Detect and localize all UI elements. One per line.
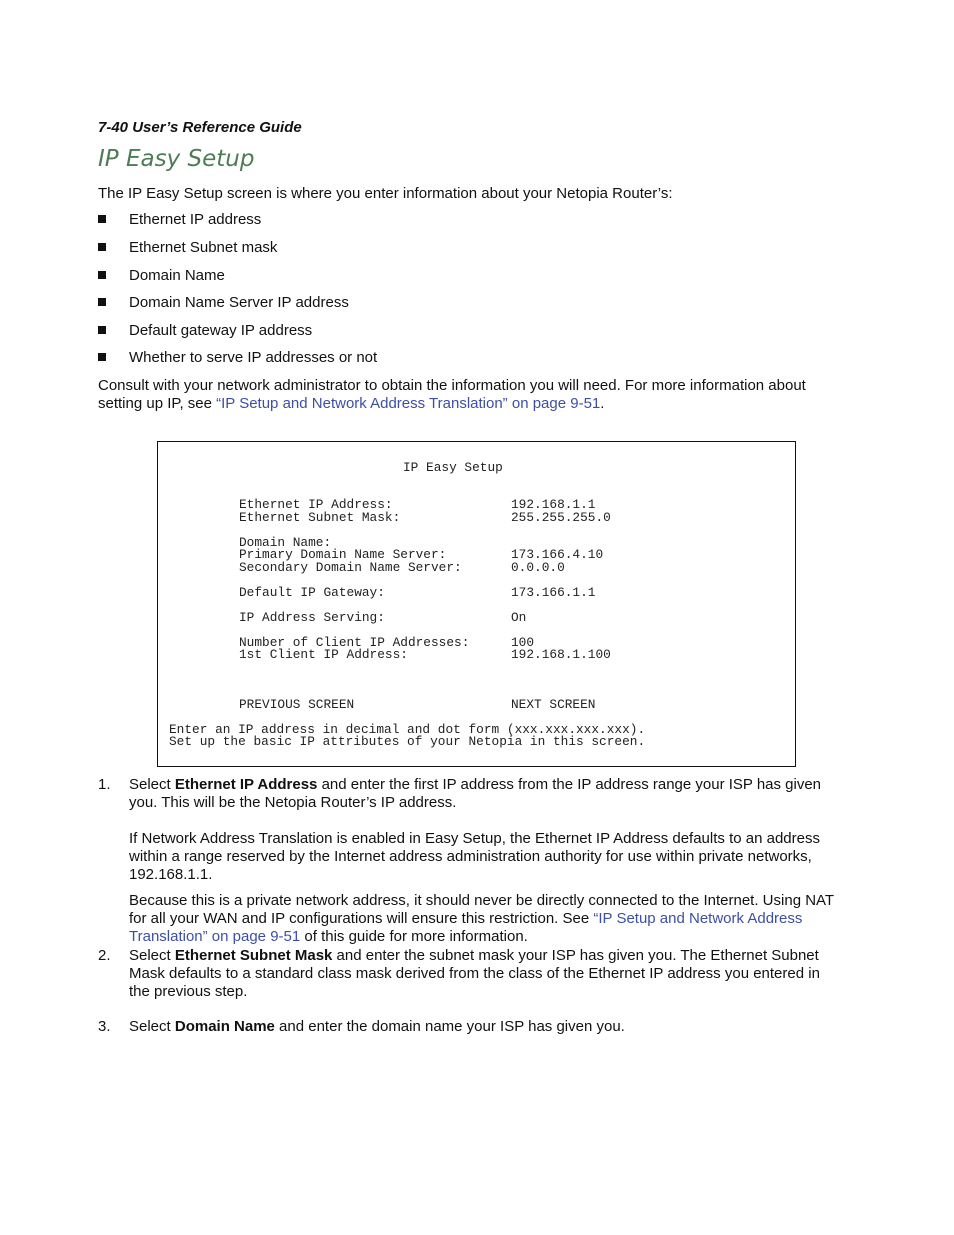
bullet-icon [98, 326, 106, 334]
bullet-icon [98, 243, 106, 251]
field-label: Default IP Gateway: [239, 585, 385, 600]
step-number: 1. [98, 776, 111, 793]
ip-setup-link-2[interactable]: “IP Setup and Network Address [593, 910, 802, 927]
consult-paragraph: Consult with your network administrator … [98, 377, 806, 412]
bullet-icon [98, 271, 106, 279]
field-value[interactable]: 173.166.1.1 [511, 586, 601, 600]
bullet-icon [98, 353, 106, 361]
running-header: 7-40 User’s Reference Guide [98, 119, 302, 136]
document-page: 7-40 User’s Reference Guide IP Easy Setu… [0, 0, 954, 1235]
bullet-item: Whether to serve IP addresses or not [98, 349, 377, 366]
field-value[interactable]: On [511, 611, 601, 625]
help-line-2: Set up the basic IP attributes of your N… [169, 734, 646, 749]
bullet-icon [98, 215, 106, 223]
bullet-icon [98, 298, 106, 306]
field-value[interactable]: 0.0.0.0 [511, 561, 601, 575]
step-number: 3. [98, 1018, 111, 1035]
screen-title: IP Easy Setup [403, 460, 503, 475]
private-paragraph: Because this is a private network addres… [129, 892, 835, 945]
section-title: IP Easy Setup [98, 146, 255, 172]
field-value[interactable]: 255.255.255.0 [511, 511, 611, 525]
field-label: IP Address Serving: [239, 610, 385, 625]
ip-setup-link[interactable]: “IP Setup and Network Address Translatio… [216, 395, 600, 412]
bullet-item: Ethernet IP address [98, 211, 261, 228]
ip-setup-link-2-cont[interactable]: Translation” on page 9-51 [129, 928, 300, 945]
step-2: Select Ethernet Subnet Mask and enter th… [129, 947, 820, 1000]
bullet-item: Domain Name [98, 267, 225, 284]
previous-screen-button[interactable]: PREVIOUS SCREEN [239, 698, 354, 712]
nat-paragraph: If Network Address Translation is enable… [129, 830, 820, 883]
step-3: Select Domain Name and enter the domain … [129, 1018, 625, 1035]
bullet-item: Domain Name Server IP address [98, 294, 349, 311]
field-label: Ethernet Subnet Mask: [239, 510, 401, 525]
bullet-item: Default gateway IP address [98, 322, 312, 339]
bullet-item: Ethernet Subnet mask [98, 239, 277, 256]
step-1: Select Ethernet IP Address and enter the… [129, 776, 822, 811]
intro-paragraph: The IP Easy Setup screen is where you en… [98, 185, 673, 202]
field-label: Secondary Domain Name Server: [239, 560, 462, 575]
terminal-screen: IP Easy Setup Ethernet IP Address: 192.16… [157, 441, 796, 767]
next-screen-button[interactable]: NEXT SCREEN [511, 698, 595, 712]
field-value[interactable]: 192.168.1.100 [511, 648, 611, 662]
field-label: 1st Client IP Address: [239, 647, 408, 662]
step-number: 2. [98, 947, 111, 964]
